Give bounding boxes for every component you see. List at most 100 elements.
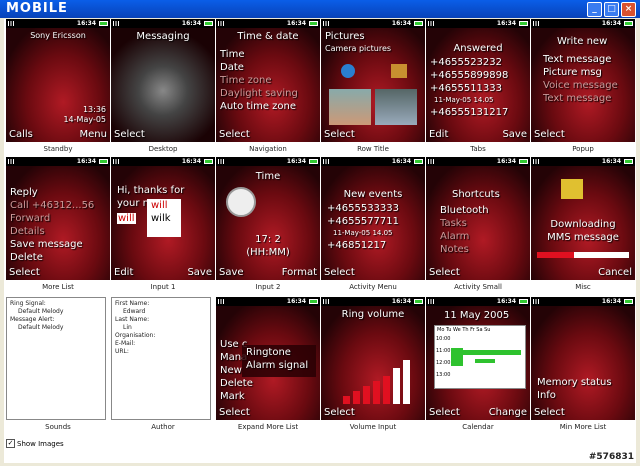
softkey-left[interactable]: Select (429, 407, 460, 418)
popup-item[interactable]: Voice message (543, 80, 618, 91)
envelope-icon (561, 179, 583, 199)
preview-caption: Row Title (357, 145, 389, 153)
softkey-left[interactable]: Select (324, 267, 355, 278)
suggestion-item[interactable]: will (151, 200, 168, 211)
list-item[interactable]: Call +46312...56 (10, 200, 94, 211)
input-cursor-word: will (117, 213, 136, 224)
list-item[interactable]: Delete (220, 378, 253, 389)
softkey-right[interactable]: Cancel (598, 267, 632, 278)
date-text: 14-May-05 (63, 115, 106, 124)
sounds-info: Ring Signal: Default Melody Message Aler… (6, 297, 106, 420)
volume-bar (343, 396, 350, 404)
softkey-left[interactable]: Edit (114, 267, 133, 278)
volume-bar (373, 381, 380, 404)
volume-slider[interactable] (343, 360, 410, 404)
calendar-event[interactable] (463, 350, 521, 355)
list-item[interactable]: Memory status (537, 377, 612, 388)
preview-caption: Activity Menu (349, 283, 397, 291)
maximize-button[interactable]: □ (604, 2, 619, 17)
softkey-right[interactable]: Save (502, 129, 527, 140)
list-item[interactable]: Save message (10, 239, 83, 250)
softkey-left[interactable]: Save (219, 267, 244, 278)
picture-thumbnail[interactable] (329, 89, 371, 125)
softkey-right[interactable]: Menu (80, 129, 107, 140)
input-title: Time (255, 171, 281, 182)
list-item[interactable]: Auto time zone (220, 101, 296, 112)
list-item[interactable]: Delete (10, 252, 43, 263)
list-item[interactable]: +4655533333 (327, 203, 399, 214)
suggestion-item[interactable]: wilk (151, 213, 171, 224)
globe-icon (341, 64, 355, 78)
submenu-item[interactable]: Alarm signal (246, 360, 308, 371)
list-item[interactable]: Date (220, 62, 244, 73)
list-item[interactable]: Time (220, 49, 244, 60)
week-view[interactable]: Mo Tu We Th Fr Sa Su 10:00 11:00 12:00 1… (434, 325, 526, 389)
softkey-right[interactable]: Format (282, 267, 317, 278)
softkey-left[interactable]: Select (324, 407, 355, 418)
softkey-left[interactable]: Select (219, 129, 250, 140)
softkey-left[interactable]: Select (534, 129, 565, 140)
preview-caption: Tabs (470, 145, 486, 153)
list-item[interactable]: Forward (10, 213, 50, 224)
menu-title: Messaging (136, 31, 190, 42)
list-item[interactable]: Alarm (440, 231, 469, 242)
softkey-left[interactable]: Calls (9, 129, 33, 140)
softkey-right[interactable]: Change (489, 407, 527, 418)
menu-title: New events (343, 189, 403, 200)
list-item[interactable]: Time zone (220, 75, 272, 86)
clock-icon (226, 187, 256, 217)
list-item[interactable]: Daylight saving (220, 88, 298, 99)
list-item[interactable]: +4655523232 (430, 57, 502, 68)
list-item[interactable]: New (220, 365, 242, 376)
preview-caption: Navigation (249, 145, 287, 153)
volume-bar (363, 386, 370, 404)
list-item-date: 11-May-05 14.05 (434, 96, 494, 104)
softkey-left[interactable]: Edit (429, 129, 448, 140)
popup-item[interactable]: Text message (543, 93, 611, 104)
softkey-left[interactable]: Select (324, 129, 355, 140)
minimize-button[interactable]: _ (587, 2, 602, 17)
time-input[interactable]: 17: 2 (216, 234, 320, 245)
softkey-left[interactable]: Select (219, 407, 250, 418)
preview-caption: Calendar (462, 423, 494, 431)
list-item[interactable]: +46851217 (327, 240, 386, 251)
popup-item[interactable]: Text message (543, 54, 611, 65)
list-item[interactable]: Details (10, 226, 45, 237)
popup-title: Write new (557, 36, 608, 47)
submenu-item[interactable]: Ringtone (246, 347, 291, 358)
picture-thumbnail[interactable] (375, 89, 417, 125)
softkey-left[interactable]: Select (9, 267, 40, 278)
popup-item[interactable]: Picture msg (543, 67, 602, 78)
list-item[interactable]: Bluetooth (440, 205, 489, 216)
softkey-left[interactable]: Select (114, 129, 145, 140)
preview-caption: Standby (43, 145, 73, 153)
checkbox-box[interactable]: ✓ (6, 439, 15, 448)
preview-caption: More List (42, 283, 74, 291)
title-bar: MOBILE _ □ × (0, 0, 640, 18)
softkey-right[interactable]: Save (187, 267, 212, 278)
softkey-left[interactable]: Select (429, 267, 460, 278)
calendar-date: 11 May 2005 (444, 310, 510, 321)
softkey-left[interactable]: Select (534, 407, 565, 418)
message-text: Hi, thanks for (117, 185, 185, 196)
list-item[interactable]: Tasks (440, 218, 467, 229)
author-info: First Name: Edward Last Name: Lin Organi… (111, 297, 211, 420)
weekday-header: Mo Tu We Th Fr Sa Su (437, 327, 491, 333)
list-item[interactable]: +46555131217 (430, 107, 508, 118)
list-item[interactable]: +46555899898 (430, 70, 508, 81)
list-item-date: 11-May-05 14.05 (333, 229, 393, 237)
list-item[interactable]: Reply (10, 187, 38, 198)
show-images-checkbox[interactable]: ✓ Show Images (6, 439, 64, 448)
watermark: #576831 (588, 452, 634, 462)
volume-bar (393, 368, 400, 404)
list-item[interactable]: Mark (220, 391, 245, 402)
client-area: 16:34 Sony Ericsson 13:36 14-May-05 Call… (4, 19, 636, 463)
list-item[interactable]: Info (537, 390, 556, 401)
list-item[interactable]: +4655577711 (327, 216, 399, 227)
calendar-event[interactable] (451, 348, 463, 366)
calendar-event[interactable] (475, 359, 495, 363)
progress-title: Downloading (550, 219, 616, 230)
list-item[interactable]: +4655511333 (430, 83, 502, 94)
list-item[interactable]: Notes (440, 244, 469, 255)
close-button[interactable]: × (621, 2, 636, 17)
